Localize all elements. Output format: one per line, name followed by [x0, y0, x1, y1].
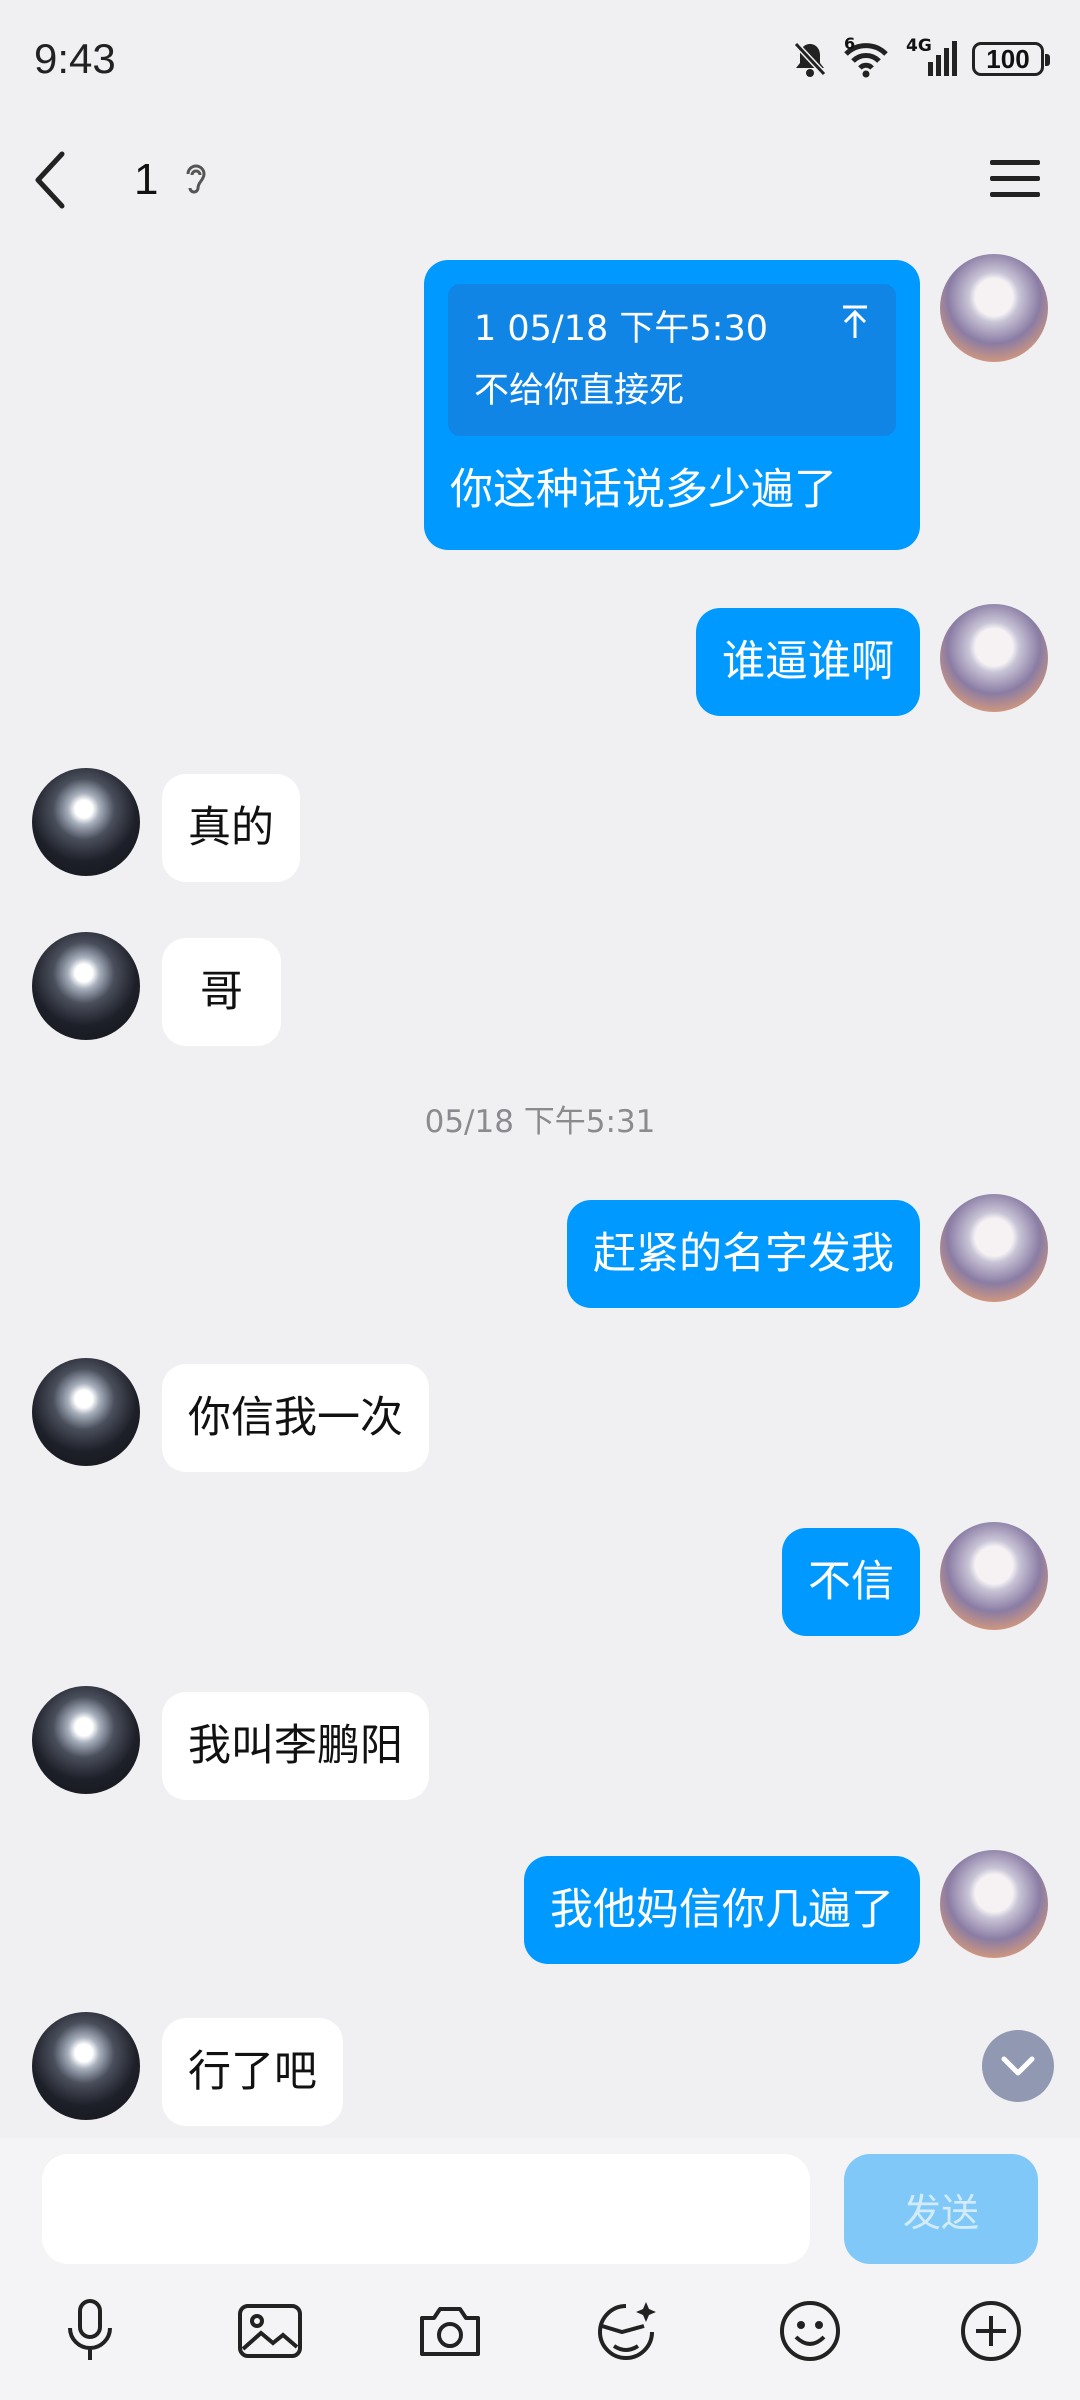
scroll-to-bottom-button[interactable]	[982, 2030, 1054, 2102]
message-text: 谁逼谁啊	[722, 637, 894, 687]
more-button[interactable]	[946, 2286, 1036, 2376]
wifi-label: 6	[844, 34, 856, 53]
message-text: 哥	[200, 967, 243, 1017]
input-toolbar	[0, 2286, 1080, 2376]
status-bar: 9:43 6 4G 100	[0, 0, 1080, 118]
message-bubble-received[interactable]: 行了吧	[162, 2018, 343, 2126]
message-text: 你这种话说多少遍了	[450, 465, 837, 515]
message-text: 不信	[808, 1557, 894, 1607]
message-bubble-received[interactable]: 我叫李鹏阳	[162, 1692, 429, 1800]
battery-indicator: 100	[972, 42, 1050, 76]
message-bubble-sent[interactable]: 我他妈信你几遍了	[524, 1856, 920, 1964]
camera-icon	[420, 2307, 480, 2356]
my-avatar[interactable]	[940, 1850, 1048, 1958]
quote-text: 不给你直接死	[474, 371, 685, 411]
camera-button[interactable]	[405, 2286, 495, 2376]
voice-button[interactable]	[45, 2286, 135, 2376]
status-icons: 6 4G 100	[792, 34, 1050, 78]
chevron-down-icon	[1001, 2056, 1035, 2076]
my-avatar[interactable]	[940, 1194, 1048, 1302]
message-text: 我他妈信你几遍了	[550, 1885, 894, 1935]
contact-avatar[interactable]	[32, 768, 140, 876]
message-timestamp: 05/18 下午5:31	[424, 1104, 656, 1140]
message-bubble-received[interactable]: 哥	[162, 938, 281, 1046]
quoted-message[interactable]: 1 05/18 下午5:30 不给你直接死	[448, 284, 896, 436]
ear-icon	[186, 164, 206, 194]
mic-icon	[68, 2299, 112, 2360]
mute-bell-icon	[793, 41, 827, 77]
input-area: 发送	[0, 2138, 1080, 2400]
message-text: 行了吧	[188, 2047, 317, 2097]
message-bubble-sent[interactable]: 不信	[782, 1528, 920, 1636]
plus-icon	[961, 2301, 1021, 2361]
contact-avatar[interactable]	[32, 932, 140, 1040]
message-bubble-received[interactable]: 真的	[162, 774, 300, 882]
chat-title[interactable]: 1	[134, 155, 158, 205]
sticker-button[interactable]	[582, 2286, 672, 2376]
my-avatar[interactable]	[940, 254, 1048, 362]
image-icon	[238, 2304, 302, 2358]
send-button[interactable]: 发送	[844, 2154, 1038, 2264]
contact-avatar[interactable]	[32, 2012, 140, 2120]
sticker-icon	[598, 2302, 656, 2360]
emoji-icon	[780, 2301, 840, 2361]
message-bubble-received[interactable]: 你信我一次	[162, 1364, 429, 1472]
message-input[interactable]	[42, 2154, 810, 2264]
message-text: 我叫李鹏阳	[188, 1721, 403, 1771]
message-text: 真的	[188, 803, 274, 853]
wifi-indicator: 6	[842, 34, 892, 78]
my-avatar[interactable]	[940, 1522, 1048, 1630]
message-bubble-sent[interactable]: 1 05/18 下午5:30 不给你直接死 你这种话说多少遍了	[424, 260, 920, 550]
status-time: 9:43	[34, 35, 116, 82]
message-text: 你信我一次	[188, 1393, 403, 1443]
contact-avatar[interactable]	[32, 1358, 140, 1466]
back-button[interactable]	[32, 140, 92, 220]
message-bubble-sent[interactable]: 赶紧的名字发我	[567, 1200, 920, 1308]
message-bubble-sent[interactable]: 谁逼谁啊	[696, 608, 920, 716]
hamburger-menu-icon	[990, 160, 1040, 197]
image-button[interactable]	[225, 2286, 315, 2376]
jump-to-top-icon[interactable]	[840, 304, 870, 340]
emoji-button[interactable]	[765, 2286, 855, 2376]
menu-button[interactable]	[990, 156, 1040, 204]
my-avatar[interactable]	[940, 604, 1048, 712]
contact-avatar[interactable]	[32, 1686, 140, 1794]
chat-header: 1	[0, 118, 1080, 242]
message-text: 赶紧的名字发我	[593, 1229, 894, 1279]
signal-icon	[928, 41, 957, 76]
chevron-left-icon	[35, 151, 65, 209]
cell-signal: 4G	[906, 36, 958, 78]
quote-header: 1 05/18 下午5:30	[474, 309, 768, 349]
